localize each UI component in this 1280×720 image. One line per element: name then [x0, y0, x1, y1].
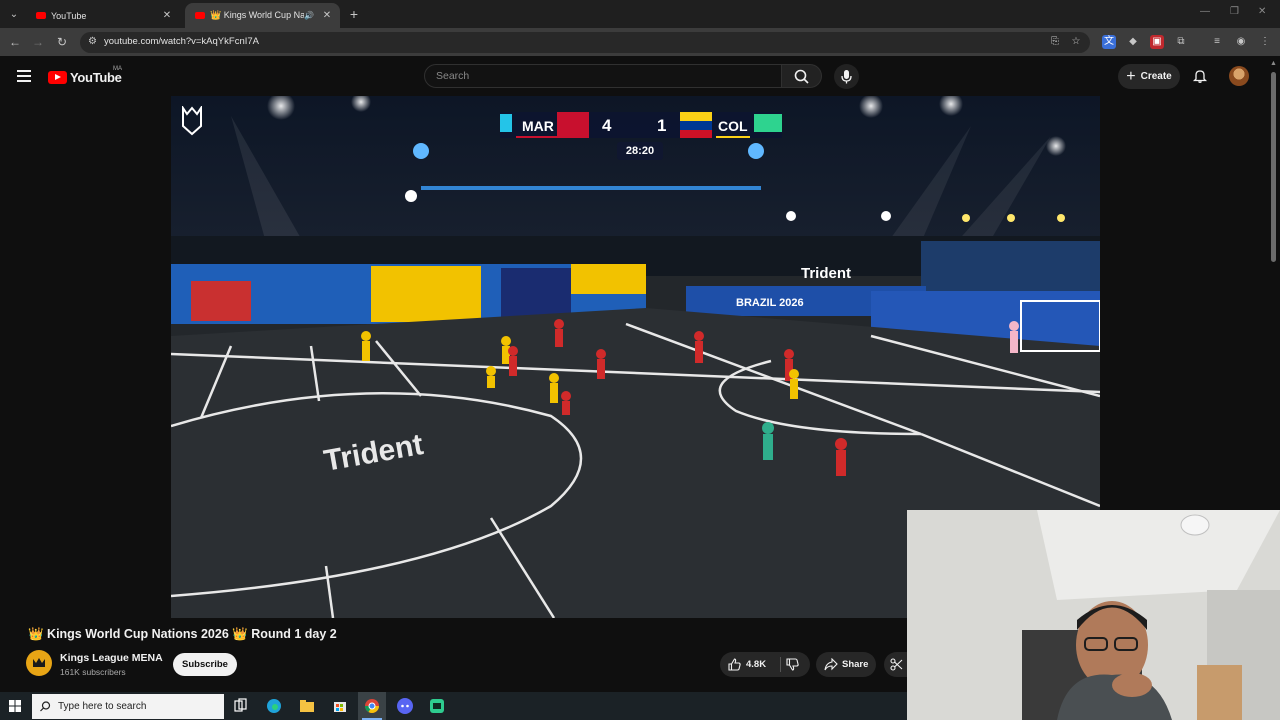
browser-tab-strip: ⌄ YouTube ✕ 👑 Kings World Cup Natio 🔊 ✕ … [0, 0, 1280, 28]
search-icon [794, 69, 809, 84]
search-button[interactable] [782, 64, 822, 88]
tab-label: 👑 Kings World Cup Natio [210, 10, 305, 20]
tab-search-chevron-icon[interactable]: ⌄ [4, 4, 24, 24]
translate-extension-icon[interactable]: 文 [1102, 35, 1116, 49]
subscriber-count: 161K subscribers [60, 667, 126, 677]
share-label: Share [842, 659, 869, 670]
taskbar-search-placeholder: Type here to search [58, 701, 147, 712]
browser-tab-youtube[interactable]: YouTube ✕ [26, 3, 180, 28]
screen: { "browser": { "tabs": [ {"label": "YouT… [0, 0, 1280, 720]
media-controls-icon[interactable]: ≡ [1210, 35, 1224, 49]
match-clock: 28:20 [617, 142, 663, 160]
speaker-icon[interactable]: 🔊 [304, 11, 314, 20]
youtube-favicon-icon [195, 12, 205, 19]
create-button[interactable]: + Create [1118, 64, 1180, 89]
crown-icon [33, 658, 45, 667]
webcam-overlay [907, 510, 1280, 720]
like-divider [780, 657, 781, 672]
channel-name[interactable]: Kings League MENA [60, 652, 163, 664]
profile-icon[interactable]: ◉ [1234, 35, 1248, 49]
youtube-masthead: YouTube MA Search + Create [0, 56, 1280, 96]
home-score: 4 [602, 116, 612, 135]
kings-league-logo-icon [182, 106, 202, 136]
bookmark-star-icon[interactable]: ☆ [1069, 35, 1083, 49]
home-team: MAR [522, 118, 554, 134]
account-avatar[interactable] [1229, 66, 1249, 86]
back-button[interactable]: ← [7, 34, 23, 50]
tab-close-icon[interactable]: ✕ [320, 10, 334, 21]
share-button[interactable]: Share [816, 652, 876, 677]
page-scrollbar-thumb[interactable] [1271, 72, 1276, 262]
browser-toolbar: ← → ↻ ⚙ youtube.com/watch?v=kAqYkFcnI7A … [0, 28, 1280, 56]
clip-button[interactable] [884, 652, 907, 677]
hamburger-menu-icon[interactable] [17, 70, 31, 82]
thumbs-up-icon[interactable] [728, 658, 741, 671]
country-code: MA [113, 66, 122, 72]
task-view-icon[interactable] [230, 696, 250, 716]
green-app-icon[interactable] [427, 696, 447, 716]
windows-start-icon[interactable] [9, 700, 21, 712]
share-arrow-icon [824, 658, 838, 671]
address-bar[interactable]: ⚙ youtube.com/watch?v=kAqYkFcnI7A [80, 32, 1090, 53]
chrome-icon [365, 699, 379, 713]
board-text: BRAZIL 2026 [736, 297, 804, 309]
away-team: COL [718, 118, 748, 134]
url-text: youtube.com/watch?v=kAqYkFcnI7A [104, 36, 259, 47]
windows-taskbar: Type here to search [0, 692, 907, 720]
browser-tab-kings-world-cup[interactable]: 👑 Kings World Cup Natio 🔊 ✕ [185, 3, 340, 28]
plus-icon: + [1126, 67, 1136, 85]
scissors-icon [890, 658, 903, 671]
search-icon [40, 701, 51, 712]
youtube-play-icon [48, 70, 67, 84]
scroll-up-arrow-icon[interactable]: ▲ [1270, 60, 1277, 67]
thumbs-down-icon[interactable] [786, 658, 799, 671]
restore-icon[interactable]: ❐ [1230, 6, 1239, 17]
search-placeholder: Search [436, 70, 470, 82]
new-tab-button[interactable]: + [345, 5, 363, 23]
create-label: Create [1140, 71, 1172, 82]
notifications-bell-icon[interactable] [1192, 68, 1208, 84]
tab-close-icon[interactable]: ✕ [160, 10, 174, 21]
discord-icon[interactable] [395, 696, 415, 716]
banner-logo-text: Trident [801, 265, 851, 282]
like-count[interactable]: 4.8K [746, 659, 766, 670]
microphone-icon [841, 70, 852, 84]
webcam-image [907, 510, 1280, 720]
extension-diamond-icon[interactable]: ◆ [1126, 35, 1140, 49]
install-app-icon[interactable]: ⎘ [1048, 35, 1062, 49]
channel-avatar[interactable] [26, 650, 52, 676]
scoreboard: MAR 4 1 COL 28:20 [500, 110, 782, 160]
extensions-puzzle-icon[interactable]: ⧉ [1174, 35, 1188, 49]
edge-icon[interactable] [264, 696, 284, 716]
video-title: 👑 Kings World Cup Nations 2026 👑 Round 1… [28, 627, 337, 641]
youtube-favicon-icon [36, 12, 46, 19]
youtube-logo[interactable]: YouTube MA [48, 66, 122, 85]
search-input[interactable]: Search [424, 64, 782, 88]
tab-label: YouTube [51, 10, 87, 21]
close-window-icon[interactable]: ✕ [1258, 6, 1266, 17]
like-dislike-group: 4.8K [720, 652, 810, 677]
extension-red-icon[interactable]: ▣ [1150, 35, 1164, 49]
forward-button[interactable]: → [30, 34, 46, 50]
site-info-icon[interactable]: ⚙ [88, 36, 97, 47]
voice-search-button[interactable] [834, 64, 859, 89]
minimize-icon[interactable]: — [1200, 6, 1210, 17]
file-explorer-icon[interactable] [297, 696, 317, 716]
store-icon[interactable] [330, 696, 350, 716]
taskbar-search-input[interactable]: Type here to search [32, 694, 224, 719]
reload-button[interactable]: ↻ [54, 34, 70, 50]
away-score: 1 [657, 116, 667, 135]
taskbar-active-app[interactable] [358, 692, 386, 720]
browser-menu-icon[interactable]: ⋮ [1258, 35, 1272, 49]
subscribe-button[interactable]: Subscribe [173, 653, 237, 676]
